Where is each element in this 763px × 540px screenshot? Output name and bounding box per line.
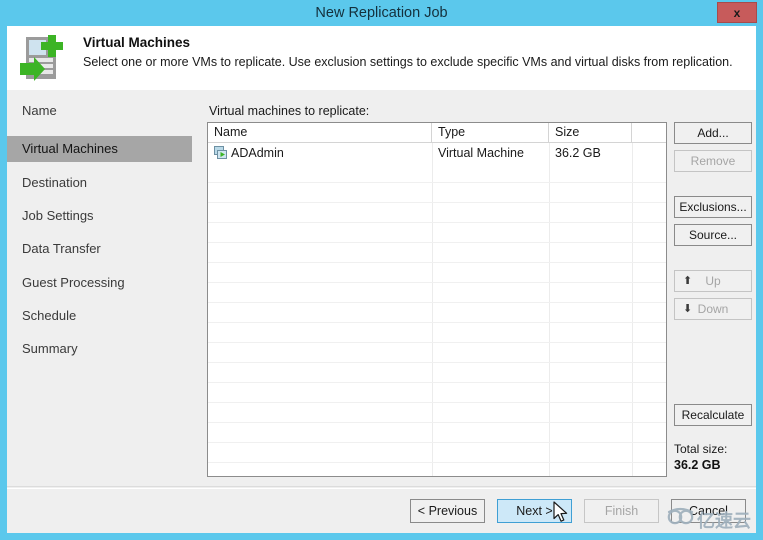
move-down-label: Down xyxy=(697,302,729,316)
sidebar-item-job-settings[interactable]: Job Settings xyxy=(7,203,192,229)
cell-vm-name: ADAdmin xyxy=(231,146,284,160)
table-row[interactable] xyxy=(208,223,666,243)
sidebar-item-name[interactable]: Name xyxy=(7,98,192,124)
column-header-spacer[interactable] xyxy=(632,123,666,142)
sidebar-item-schedule[interactable]: Schedule xyxy=(7,303,192,329)
table-row[interactable] xyxy=(208,323,666,343)
table-row[interactable] xyxy=(208,263,666,283)
virtual-machines-panel: Virtual machines to replicate: Name Type… xyxy=(192,90,756,488)
total-size-value: 36.2 GB xyxy=(674,458,721,472)
footer-divider xyxy=(7,486,756,487)
cancel-button[interactable]: Cancel xyxy=(671,499,746,523)
sidebar-item-virtual-machines[interactable]: Virtual Machines xyxy=(7,136,192,162)
wizard-steps-sidebar: Name Virtual Machines Destination Job Se… xyxy=(7,90,192,488)
cell-vm-type: Virtual Machine xyxy=(438,146,524,160)
next-button[interactable]: Next > xyxy=(497,499,572,523)
virtual-machine-replicate-icon xyxy=(18,31,72,85)
source-button[interactable]: Source... xyxy=(674,224,752,246)
vm-list-label: Virtual machines to replicate: xyxy=(209,104,370,118)
table-row[interactable] xyxy=(208,163,666,183)
table-row[interactable] xyxy=(208,423,666,443)
table-row[interactable] xyxy=(208,283,666,303)
finish-button[interactable]: Finish xyxy=(584,499,659,523)
sidebar-item-destination[interactable]: Destination xyxy=(7,170,192,196)
table-row[interactable] xyxy=(208,343,666,363)
table-header-row: Name Type Size xyxy=(208,123,666,143)
table-row[interactable] xyxy=(208,203,666,223)
sidebar-item-guest-processing[interactable]: Guest Processing xyxy=(7,270,192,296)
arrow-down-icon: ⬇ xyxy=(683,303,693,315)
sidebar-item-summary[interactable]: Summary xyxy=(7,336,192,362)
table-row[interactable] xyxy=(208,303,666,323)
table-body: ADAdmin Virtual Machine 36.2 GB xyxy=(208,143,666,476)
table-row[interactable]: ADAdmin Virtual Machine 36.2 GB xyxy=(208,143,666,163)
wizard-header: Virtual Machines Select one or more VMs … xyxy=(7,26,756,90)
wizard-body: Name Virtual Machines Destination Job Se… xyxy=(7,90,756,488)
recalculate-button[interactable]: Recalculate xyxy=(674,404,752,426)
title-bar: New Replication Job x xyxy=(0,0,763,26)
exclusions-button[interactable]: Exclusions... xyxy=(674,196,752,218)
cell-vm-size: 36.2 GB xyxy=(555,146,601,160)
table-row[interactable] xyxy=(208,383,666,403)
table-row[interactable] xyxy=(208,243,666,263)
previous-button[interactable]: < Previous xyxy=(410,499,485,523)
move-up-button[interactable]: ⬆ Up xyxy=(674,270,752,292)
new-replication-job-window: New Replication Job x Virtual Machines S… xyxy=(0,0,763,540)
close-icon[interactable]: x xyxy=(717,2,757,23)
column-header-name[interactable]: Name xyxy=(208,123,432,142)
table-row[interactable] xyxy=(208,363,666,383)
page-title: Virtual Machines xyxy=(83,35,191,50)
column-header-type[interactable]: Type xyxy=(432,123,549,142)
remove-button[interactable]: Remove xyxy=(674,150,752,172)
column-header-size[interactable]: Size xyxy=(549,123,632,142)
total-size-label: Total size: xyxy=(674,442,728,456)
arrow-up-icon: ⬆ xyxy=(683,275,693,287)
sidebar-item-data-transfer[interactable]: Data Transfer xyxy=(7,236,192,262)
window-title: New Replication Job xyxy=(315,5,448,21)
page-description: Select one or more VMs to replicate. Use… xyxy=(83,55,733,69)
table-row[interactable] xyxy=(208,403,666,423)
add-button[interactable]: Add... xyxy=(674,122,752,144)
move-up-label: Up xyxy=(705,274,721,288)
table-row[interactable] xyxy=(208,183,666,203)
move-down-button[interactable]: ⬇ Down xyxy=(674,298,752,320)
vm-table: Name Type Size ADAdmin Virtual Machine 3… xyxy=(207,122,667,477)
wizard-footer: < Previous Next > Finish Cancel xyxy=(7,488,756,533)
table-row[interactable] xyxy=(208,443,666,463)
